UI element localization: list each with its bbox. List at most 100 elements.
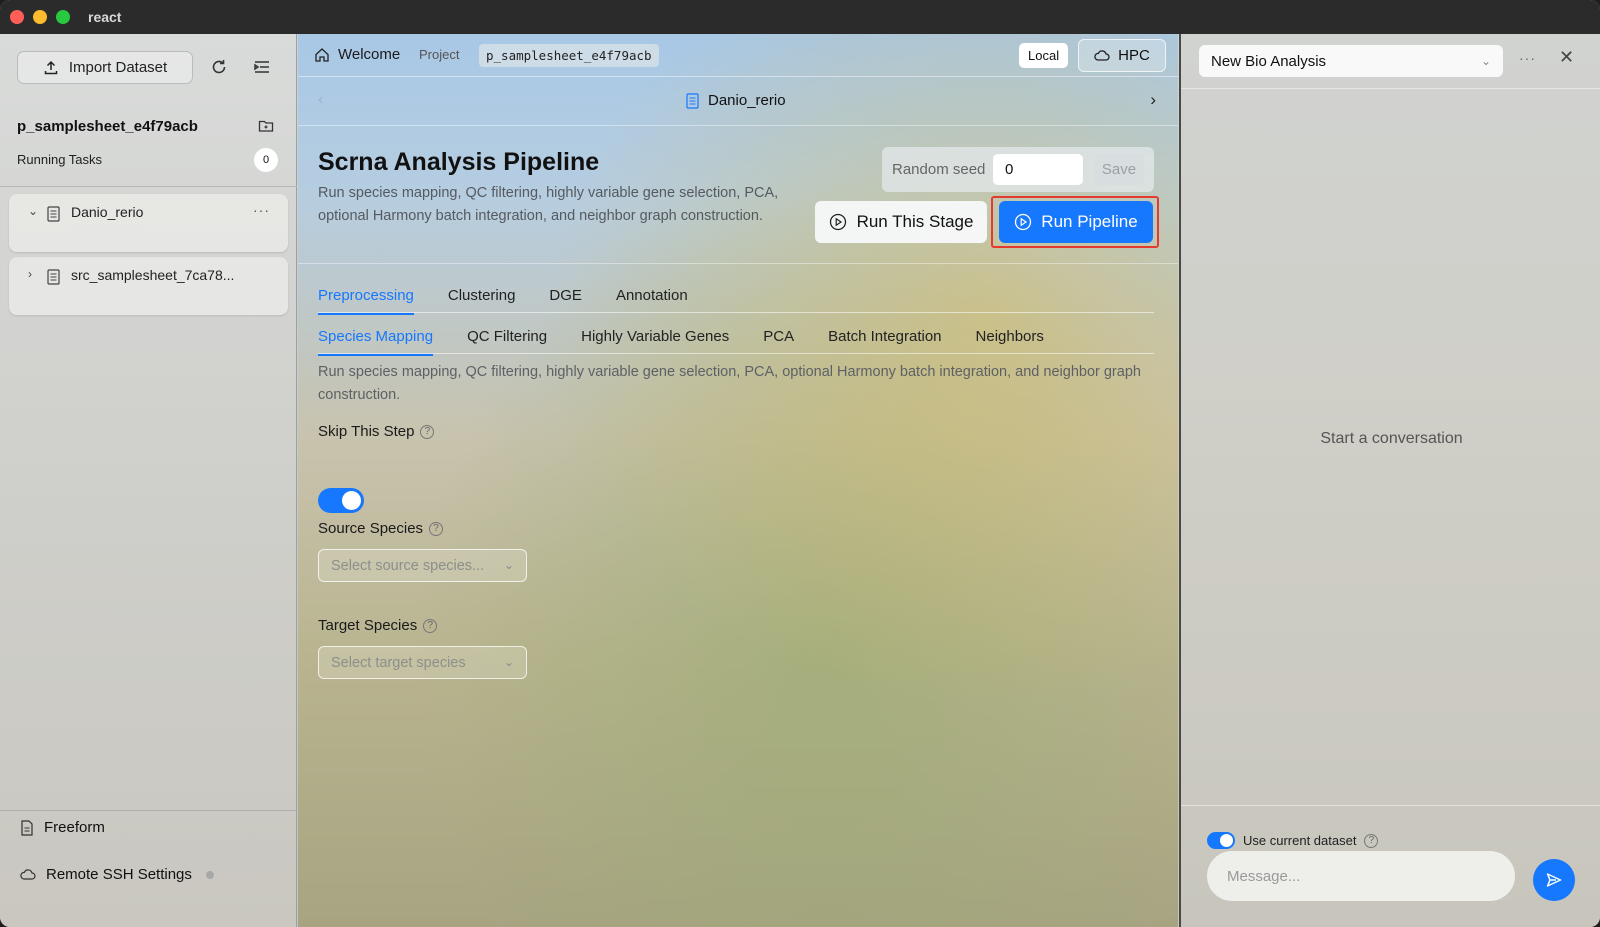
skip-step-label: Skip This Step (318, 423, 415, 440)
run-this-stage-button[interactable]: Run This Stage (815, 201, 987, 243)
chevron-right-icon[interactable]: › (1150, 90, 1156, 110)
collapse-sidebar-icon[interactable] (249, 54, 275, 80)
toggle-knob (1220, 834, 1233, 847)
chevron-left-icon[interactable]: ‹ (318, 91, 323, 109)
chevron-right-icon[interactable]: › (28, 267, 32, 281)
import-dataset-label: Import Dataset (68, 59, 168, 76)
tab-pca[interactable]: PCA (763, 328, 794, 356)
stage-tabs: Preprocessing Clustering DGE Annotation (318, 287, 722, 315)
step-tabs: Species Mapping QC Filtering Highly Vari… (318, 328, 1078, 356)
tab-qc-filtering[interactable]: QC Filtering (467, 328, 547, 356)
breadcrumb-project-label: Project (419, 47, 460, 62)
help-icon[interactable]: ? (429, 521, 444, 536)
source-species-select[interactable]: Select source species... ⌄ (318, 549, 527, 582)
document-icon (21, 819, 33, 836)
local-mode-button[interactable]: Local (1019, 43, 1069, 68)
breadcrumb-project-code: p_samplesheet_e4f79acb (479, 44, 659, 67)
breadcrumb-welcome: Welcome (338, 46, 401, 63)
chat-session-select[interactable]: New Bio Analysis ⌄ (1199, 45, 1503, 77)
random-seed-label: Random seed (892, 161, 986, 178)
empty-conversation-message: Start a conversation (1320, 430, 1463, 447)
run-this-stage-label: Run This Stage (856, 212, 974, 231)
pipeline-description: Run species mapping, QC filtering, highl… (318, 185, 779, 224)
send-button[interactable] (1533, 859, 1575, 901)
remote-ssh-settings-link[interactable]: Remote SSH Settings (20, 866, 214, 883)
chevron-down-icon: ⌄ (503, 655, 514, 669)
dataset-nav: ‹ Danio_rerio › (298, 77, 1178, 125)
sidebar: Import Dataset p_samplesheet_e4f79acb Ru… (0, 34, 297, 927)
source-species-field: Source Species ? (318, 520, 444, 537)
import-dataset-button[interactable]: Import Dataset (17, 51, 193, 84)
freeform-link[interactable]: Freeform (20, 819, 105, 836)
app-window: react Import Dataset p_samplesheet_e4f79… (0, 0, 1600, 927)
home-icon (315, 47, 329, 62)
help-icon[interactable]: ? (423, 618, 438, 633)
skip-step-toggle[interactable] (318, 488, 364, 513)
save-seed-button[interactable]: Save (1094, 154, 1144, 185)
tab-batch-integration[interactable]: Batch Integration (828, 328, 941, 356)
skip-step-field: Skip This Step ? (318, 423, 435, 440)
play-circle-icon (829, 213, 846, 231)
tab-preprocessing[interactable]: Preprocessing (318, 287, 414, 315)
stage-tabs-divider (318, 312, 1154, 313)
current-dataset: Danio_rerio (686, 92, 786, 109)
refresh-icon[interactable] (206, 54, 232, 80)
minimize-window-button[interactable] (33, 10, 47, 24)
help-icon[interactable]: ? (420, 424, 435, 439)
maximize-window-button[interactable] (56, 10, 70, 24)
section-divider (298, 263, 1178, 264)
tab-dge[interactable]: DGE (549, 287, 582, 315)
tab-highly-variable-genes[interactable]: Highly Variable Genes (581, 328, 729, 356)
tab-species-mapping[interactable]: Species Mapping (318, 328, 434, 356)
tree-item-danio-rerio[interactable]: ⌄ Danio_rerio scRNA Analysis ··· (9, 194, 288, 252)
project-title: p_samplesheet_e4f79acb (17, 118, 198, 135)
more-options-icon[interactable]: ··· (253, 202, 270, 218)
random-seed-group: Random seed Save (882, 147, 1154, 192)
tree-item-name: src_samplesheet_7ca78... (71, 267, 235, 283)
tree-item-subtitle: Unknown Module (71, 288, 156, 300)
close-window-button[interactable] (10, 10, 24, 24)
hpc-mode-button[interactable]: HPC (1078, 39, 1166, 72)
hpc-label: HPC (1118, 47, 1150, 64)
use-current-dataset-field: Use current dataset ? (1207, 832, 1379, 849)
tab-clustering[interactable]: Clustering (448, 287, 516, 315)
chevron-down-icon: ⌄ (503, 558, 514, 572)
folder-icon[interactable] (253, 113, 279, 139)
chat-panel: New Bio Analysis ⌄ ··· ✕ Start a convers… (1179, 34, 1600, 927)
run-pipeline-button[interactable]: Run Pipeline (999, 201, 1153, 243)
source-species-label: Source Species (318, 520, 424, 537)
message-input[interactable] (1207, 851, 1515, 901)
nav-divider (298, 125, 1178, 126)
window-title: react (88, 9, 122, 25)
use-current-dataset-toggle[interactable] (1207, 832, 1235, 849)
chat-footer-divider (1181, 805, 1600, 806)
main-content: Welcome Project p_samplesheet_e4f79acb L… (298, 34, 1178, 927)
freeform-label: Freeform (44, 819, 105, 836)
chevron-down-icon[interactable]: ⌄ (28, 204, 38, 218)
sidebar-divider (0, 186, 297, 187)
tree-item-src-samplesheet[interactable]: › src_samplesheet_7ca78... Unknown Modul… (9, 257, 288, 315)
help-icon[interactable]: ? (1364, 833, 1379, 848)
more-options-icon[interactable]: ··· (1519, 50, 1536, 66)
title-bar: react (0, 0, 1600, 34)
run-pipeline-label: Run Pipeline (1041, 212, 1138, 231)
play-circle-icon (1015, 213, 1032, 231)
cloud-icon (20, 868, 36, 880)
target-species-label: Target Species (318, 617, 418, 634)
breadcrumb-home[interactable]: Welcome (314, 46, 400, 63)
pipeline-title: Scrna Analysis Pipeline (318, 148, 600, 176)
tab-annotation[interactable]: Annotation (616, 287, 688, 315)
tab-neighbors[interactable]: Neighbors (976, 328, 1044, 356)
close-icon[interactable]: ✕ (1559, 47, 1574, 68)
connection-status-dot (205, 870, 214, 879)
current-dataset-name: Danio_rerio (708, 92, 786, 109)
upload-icon (44, 60, 58, 74)
step-tabs-divider (318, 353, 1154, 354)
source-species-placeholder: Select source species... (331, 557, 485, 574)
step-description: Run species mapping, QC filtering, highl… (318, 364, 1141, 403)
random-seed-input[interactable] (993, 154, 1083, 185)
tree-item-name: Danio_rerio (71, 204, 144, 220)
target-species-select[interactable]: Select target species ⌄ (318, 646, 527, 679)
cloud-icon (1094, 49, 1110, 61)
chat-header-divider (1181, 88, 1600, 89)
